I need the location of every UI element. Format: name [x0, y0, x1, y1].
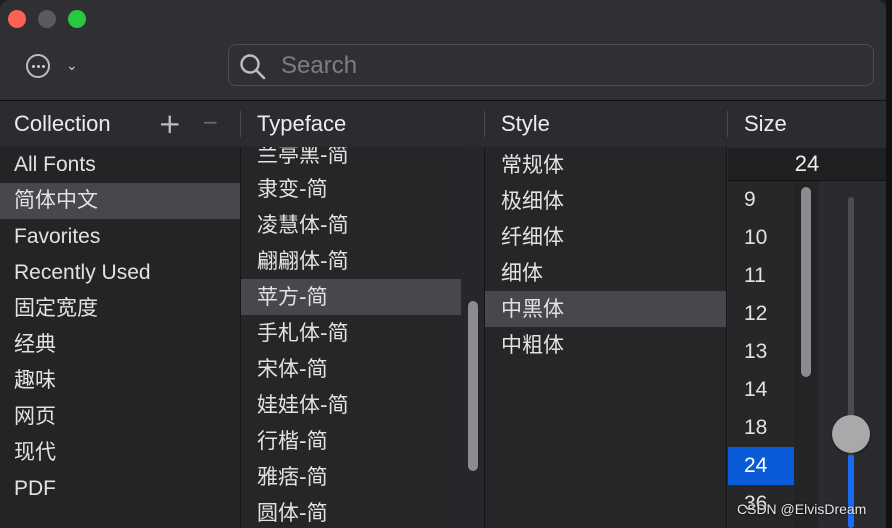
size-item[interactable]: 13 — [728, 333, 794, 371]
search-icon — [240, 54, 266, 80]
style-item[interactable]: 常规体 — [485, 147, 726, 183]
typeface-item[interactable]: 宋体-简 — [241, 351, 461, 387]
collection-item[interactable]: 现代 — [0, 435, 240, 471]
chevron-down-icon: ⌄ — [66, 58, 78, 74]
remove-collection-button[interactable]: − — [202, 107, 219, 137]
collection-item[interactable]: Favorites — [0, 219, 240, 255]
typeface-item-selected[interactable]: 苹方-简 — [241, 279, 461, 315]
size-item[interactable]: 9 — [728, 181, 794, 219]
size-item[interactable]: 11 — [728, 257, 794, 295]
typeface-scrollbar[interactable] — [461, 147, 485, 528]
typeface-item[interactable]: 兰亭黑-简 — [241, 147, 461, 173]
collection-item[interactable]: PDF — [0, 471, 240, 507]
zoom-button[interactable] — [68, 10, 86, 28]
typeface-item[interactable]: 翩翩体-简 — [241, 243, 461, 279]
window-edge — [886, 0, 892, 528]
size-scrollbar[interactable] — [794, 181, 818, 528]
size-item[interactable]: 18 — [728, 409, 794, 447]
typeface-item[interactable]: 隶变-简 — [241, 171, 461, 207]
size-input[interactable]: 24 — [728, 148, 886, 181]
collection-item[interactable]: 固定宽度 — [0, 291, 240, 327]
toolbar: ⌄ — [0, 0, 886, 101]
close-button[interactable] — [8, 10, 26, 28]
column-divider — [726, 147, 727, 528]
size-item[interactable]: 14 — [728, 371, 794, 409]
style-item[interactable]: 中粗体 — [485, 327, 726, 363]
search-input[interactable] — [279, 51, 863, 81]
style-item-selected[interactable]: 中黑体 — [485, 291, 726, 327]
ellipsis-circle-icon — [26, 54, 50, 78]
slider-knob[interactable] — [832, 415, 870, 453]
collection-item[interactable]: Recently Used — [0, 255, 240, 291]
typeface-list: 兰亭黑-简 隶变-简 凌慧体-简 翩翩体-简 苹方-简 手札体-简 宋体-简 娃… — [241, 147, 461, 528]
style-item[interactable]: 极细体 — [485, 183, 726, 219]
typeface-item[interactable]: 雅痞-简 — [241, 459, 461, 495]
typeface-item[interactable]: 娃娃体-简 — [241, 387, 461, 423]
add-collection-button[interactable]: + — [158, 109, 181, 139]
collection-item[interactable]: 网页 — [0, 399, 240, 435]
font-panel-window: ⌄ Collection + − Typeface Style Size All… — [0, 0, 886, 528]
typeface-item[interactable]: 手札体-简 — [241, 315, 461, 351]
column-header: Collection + − Typeface Style Size — [0, 101, 886, 147]
collection-item[interactable]: 趣味 — [0, 363, 240, 399]
size-list: 9 10 11 12 13 14 18 24 36 — [728, 181, 794, 528]
slider-fill — [848, 455, 854, 528]
size-slider[interactable] — [818, 181, 886, 528]
style-item[interactable]: 细体 — [485, 255, 726, 291]
header-divider — [727, 111, 728, 137]
style-list: 常规体 极细体 纤细体 细体 中黑体 中粗体 — [485, 147, 726, 528]
collection-item[interactable]: 经典 — [0, 327, 240, 363]
collection-header: Collection — [14, 111, 111, 136]
watermark-text: CSDN @ElvisDream — [737, 501, 867, 517]
style-item[interactable]: 纤细体 — [485, 219, 726, 255]
style-header: Style — [501, 111, 550, 136]
collection-list: All Fonts 简体中文 Favorites Recently Used 固… — [0, 147, 240, 528]
header-divider — [240, 111, 241, 137]
typeface-item[interactable]: 行楷-简 — [241, 423, 461, 459]
size-item[interactable]: 10 — [728, 219, 794, 257]
actions-menu-button[interactable]: ⌄ — [26, 52, 86, 82]
search-field[interactable] — [228, 44, 874, 86]
size-item-selected[interactable]: 24 — [728, 447, 794, 485]
collection-item-selected[interactable]: 简体中文 — [0, 183, 240, 219]
size-item[interactable]: 12 — [728, 295, 794, 333]
size-header: Size — [744, 111, 787, 136]
minimize-button[interactable] — [38, 10, 56, 28]
scrollbar-thumb[interactable] — [801, 187, 811, 377]
header-divider — [484, 111, 485, 137]
scrollbar-thumb[interactable] — [468, 301, 478, 471]
typeface-header: Typeface — [257, 111, 347, 136]
typeface-item[interactable]: 凌慧体-简 — [241, 207, 461, 243]
collection-item[interactable]: All Fonts — [0, 147, 240, 183]
typeface-item[interactable]: 圆体-简 — [241, 495, 461, 528]
